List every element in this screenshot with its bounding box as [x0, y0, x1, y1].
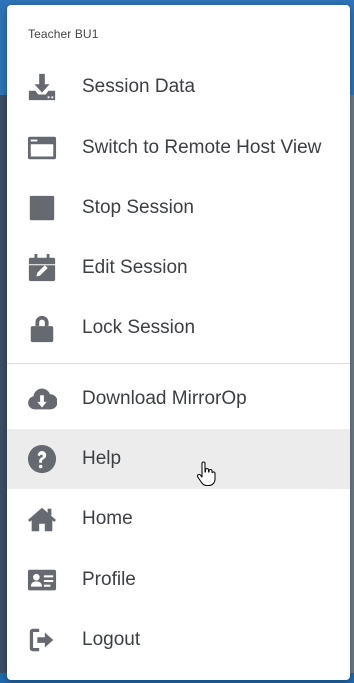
menu-item-label: Logout: [82, 629, 141, 650]
menu-item-remote-host-view[interactable]: Switch to Remote Host View: [7, 118, 350, 178]
stop-square-icon: [25, 191, 59, 225]
menu-item-edit-session[interactable]: Edit Session: [7, 238, 350, 298]
cloud-download-icon: [25, 382, 59, 416]
id-card-icon: [25, 563, 59, 597]
menu-item-session-data[interactable]: Session Data: [7, 57, 350, 117]
menu-divider: [7, 363, 350, 364]
browser-window-icon: [25, 131, 59, 165]
user-dropdown-menu: Teacher BU1 Session Data Switch to Remot…: [7, 5, 350, 680]
menu-item-home[interactable]: Home: [7, 489, 350, 549]
home-icon: [25, 502, 59, 536]
menu-item-lock-session[interactable]: Lock Session: [7, 298, 350, 358]
menu-item-label: Stop Session: [82, 197, 194, 218]
calendar-edit-icon: [25, 251, 59, 285]
menu-item-label: Session Data: [82, 76, 196, 97]
menu-item-label: Profile: [82, 569, 136, 590]
question-circle-icon: [25, 442, 59, 476]
lock-icon: [25, 311, 59, 345]
menu-user-name: Teacher BU1: [28, 27, 99, 41]
menu-item-label: Edit Session: [82, 257, 188, 278]
menu-item-label: Download MirrorOp: [82, 388, 247, 409]
sign-out-icon: [25, 623, 59, 657]
menu-item-stop-session[interactable]: Stop Session: [7, 178, 350, 238]
menu-item-label: Switch to Remote Host View: [82, 137, 322, 158]
hand-cursor-icon: [196, 461, 216, 487]
menu-item-profile[interactable]: Profile: [7, 550, 350, 610]
download-tray-icon: [25, 70, 59, 104]
menu-item-help[interactable]: Help: [7, 429, 350, 489]
menu-item-label: Home: [82, 508, 133, 529]
menu-item-label: Help: [82, 448, 122, 469]
menu-item-download-mirrorop[interactable]: Download MirrorOp: [7, 369, 350, 429]
menu-item-logout[interactable]: Logout: [7, 610, 350, 670]
menu-item-label: Lock Session: [82, 317, 196, 338]
